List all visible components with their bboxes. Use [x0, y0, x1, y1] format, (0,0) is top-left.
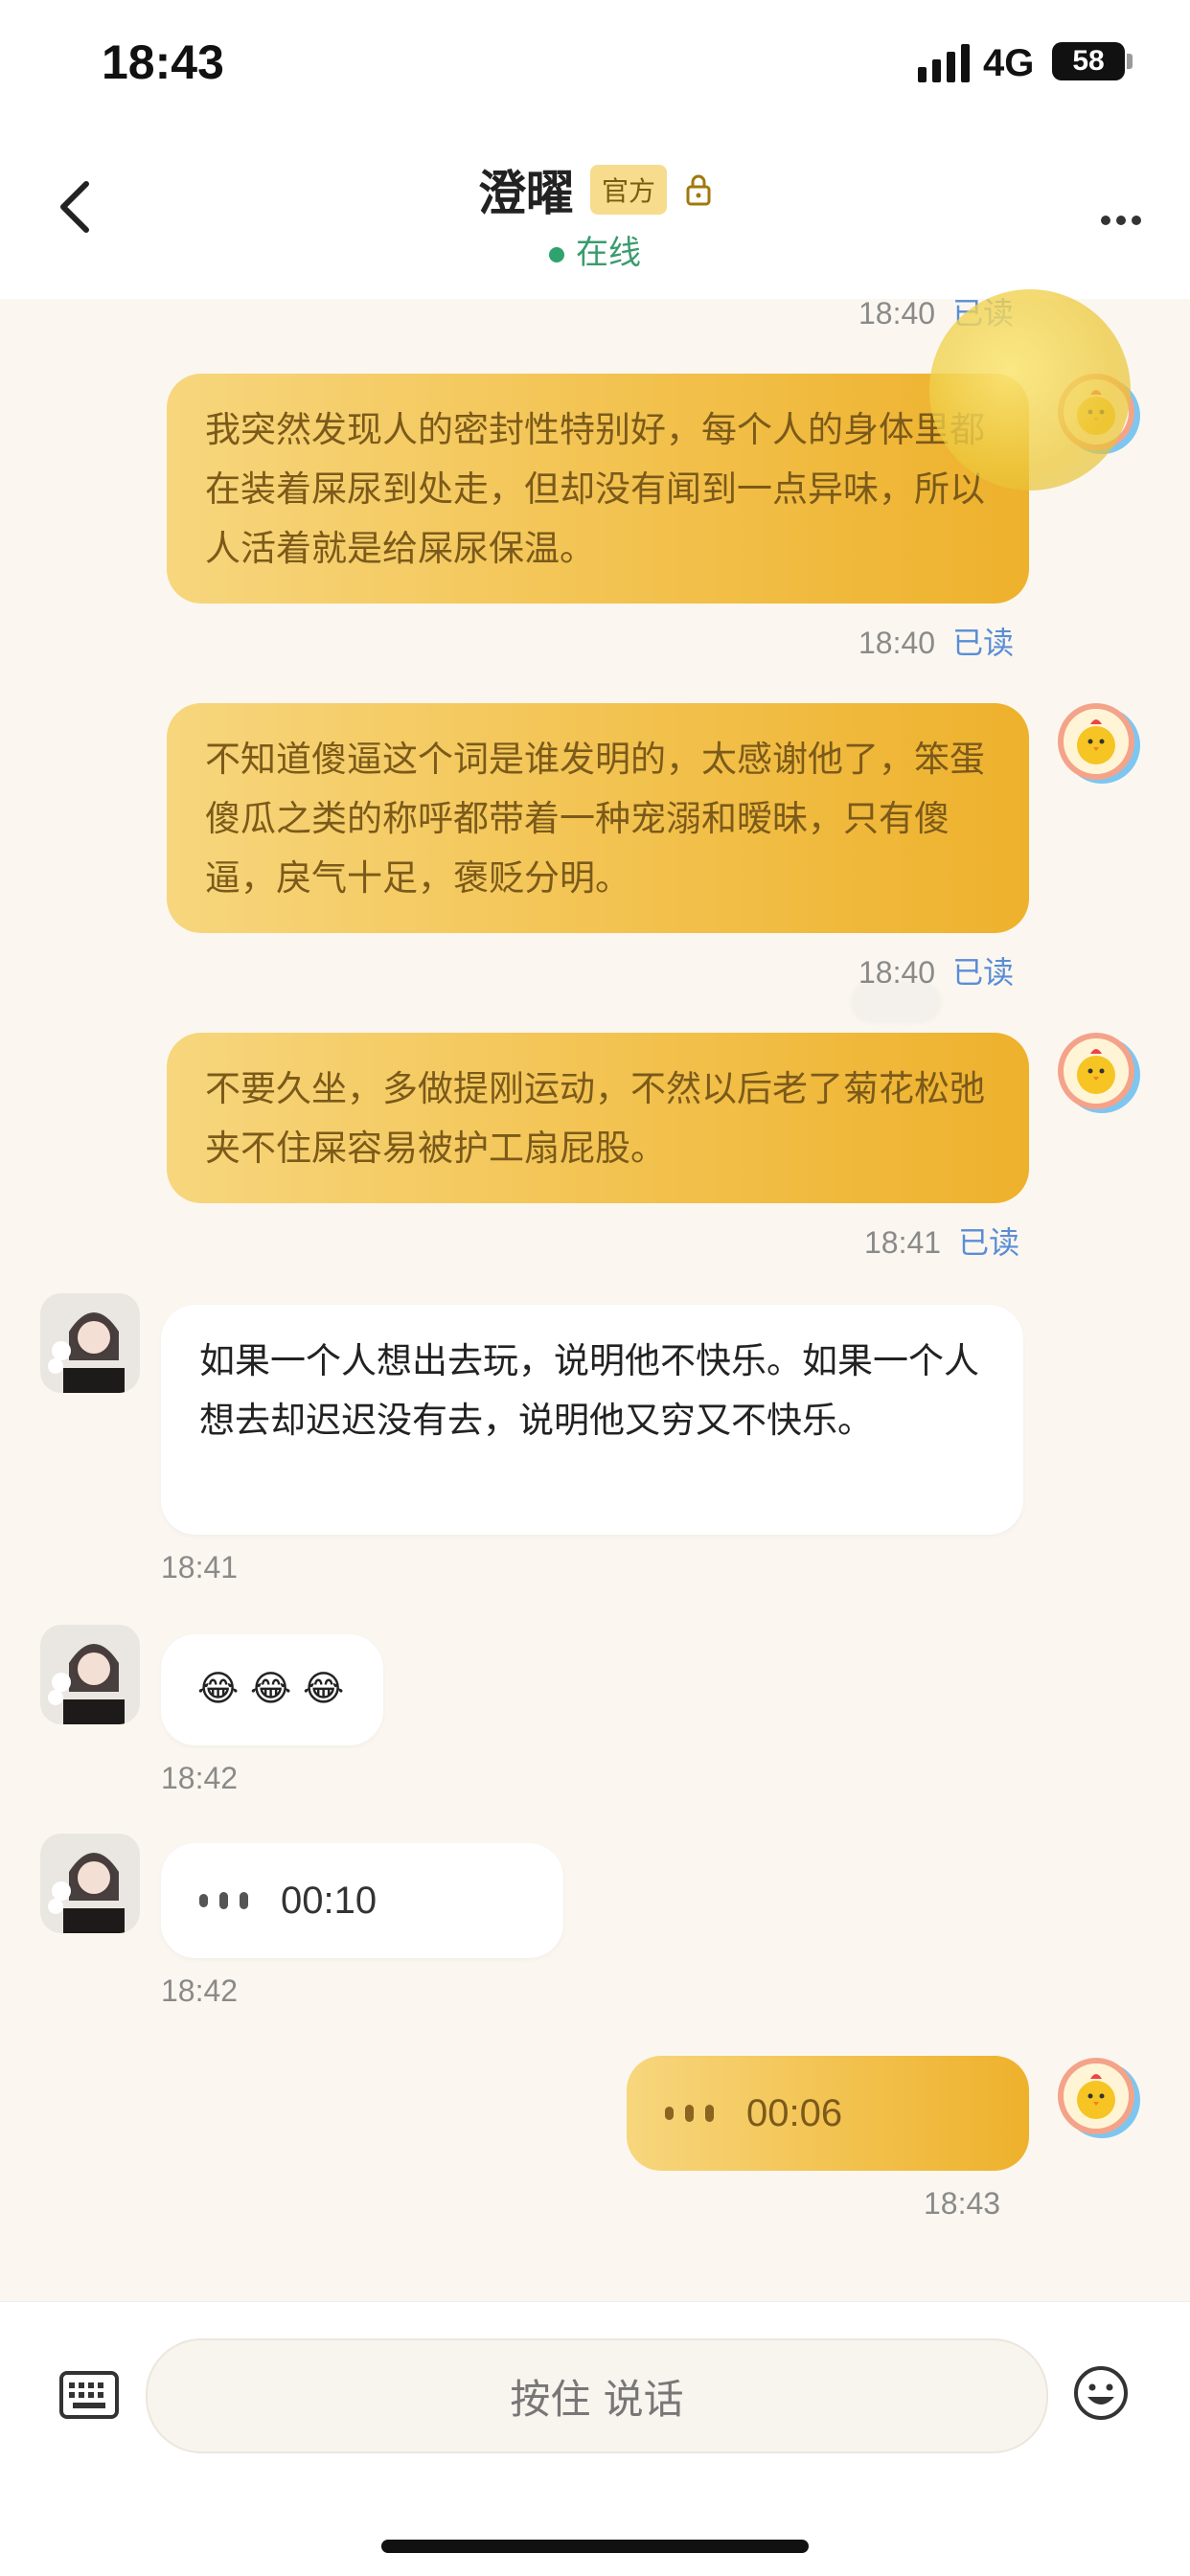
read-receipt: 已读: [958, 1224, 1020, 1261]
moon-decoration: [929, 289, 1131, 490]
chick-avatar-icon[interactable]: [1052, 1027, 1144, 1119]
chat-title[interactable]: 澄曜: [478, 166, 574, 221]
message-time: 18:42: [161, 1761, 239, 1795]
message-time: 18:42: [161, 1973, 239, 2008]
voice-wave-icon: [199, 1892, 248, 1909]
online-dot: [549, 246, 564, 262]
contact-avatar[interactable]: [40, 1834, 140, 1933]
official-badge: 官方: [589, 165, 667, 215]
contact-photo: [40, 1625, 140, 1724]
message-text: 不知道傻逼这个词是谁发明的，太感谢他了，笨蛋傻瓜之类的称呼都带着一种宠溺和暧昧，…: [205, 739, 985, 899]
hold-to-talk-button[interactable]: 按住 说话: [146, 2338, 1048, 2453]
message-time: 18:43: [924, 2186, 1001, 2221]
battery-level: 58: [1072, 45, 1105, 77]
contact-avatar[interactable]: [40, 1625, 140, 1724]
voice-duration: 00:06: [746, 2092, 843, 2134]
message-meta: 18:41 已读: [864, 1219, 1019, 1263]
incoming-voice-message[interactable]: 00:10: [161, 1843, 563, 1958]
online-status: 在线: [0, 226, 1190, 273]
lock-icon: [686, 174, 711, 206]
message-meta: 18:40 已读: [858, 619, 1014, 663]
battery-icon: 58: [1052, 42, 1125, 80]
incoming-emoji-bubble[interactable]: 😂 😂 😂: [161, 1634, 383, 1745]
outgoing-voice-message[interactable]: 00:06: [627, 2056, 1029, 2171]
chick-avatar-icon[interactable]: [1052, 697, 1144, 789]
message-time: 18:40: [858, 296, 936, 331]
network-type: 4G: [983, 42, 1035, 84]
message-time: 18:41: [161, 1550, 239, 1584]
contact-photo: [40, 1834, 140, 1933]
online-text: 在线: [576, 234, 641, 272]
read-receipt: 已读: [952, 625, 1015, 661]
outgoing-message-bubble[interactable]: 不要久坐，多做提刚运动，不然以后老了菊花松弛夹不住屎容易被护工扇屁股。: [167, 1033, 1029, 1203]
emoji-icon[interactable]: [1073, 2365, 1129, 2421]
status-bar: 18:43 4G 58: [0, 0, 1190, 134]
contact-photo: [40, 1293, 140, 1393]
message-text: 不要久坐，多做提刚运动，不然以后老了菊花松弛夹不住屎容易被护工扇屁股。: [205, 1068, 985, 1169]
input-bar: 按住 说话: [0, 2301, 1190, 2576]
message-time: 18:40: [858, 626, 936, 660]
voice-duration: 00:10: [281, 1880, 378, 1922]
outgoing-message-bubble[interactable]: 不知道傻逼这个词是谁发明的，太感谢他了，笨蛋傻瓜之类的称呼都带着一种宠溺和暧昧，…: [167, 703, 1029, 933]
outgoing-message-bubble[interactable]: 我突然发现人的密封性特别好，每个人的身体里都在装着屎尿到处走，但却没有闻到一点异…: [167, 374, 1029, 604]
voice-wave-icon: [665, 2105, 714, 2122]
message-text: 我突然发现人的密封性特别好，每个人的身体里都在装着屎尿到处走，但却没有闻到一点异…: [205, 409, 985, 569]
incoming-message-bubble[interactable]: 如果一个人想出去玩，说明他不快乐。如果一个人想去却迟迟没有去，说明他又穷又不快乐…: [161, 1305, 1023, 1535]
cloud-decoration: [853, 983, 939, 1021]
emoji-text: 😂 😂 😂: [197, 1668, 345, 1709]
battery-tip: [1127, 54, 1133, 69]
more-options-button[interactable]: [1092, 201, 1150, 239]
title-row: 澄曜 官方: [0, 155, 1190, 224]
chick-avatar-icon[interactable]: [1052, 2052, 1144, 2144]
message-time: 18:41: [864, 1225, 942, 1260]
signal-icon: [918, 44, 970, 82]
status-time: 18:43: [102, 35, 224, 89]
contact-avatar[interactable]: [40, 1293, 140, 1393]
more-icon: [1101, 216, 1141, 225]
keyboard-icon[interactable]: [59, 2371, 119, 2419]
home-indicator: [381, 2540, 809, 2553]
chat-header: 澄曜 官方 在线: [0, 134, 1190, 299]
message-text: 如果一个人想出去玩，说明他不快乐。如果一个人想去却迟迟没有去，说明他又穷又不快乐…: [199, 1340, 979, 1441]
read-receipt: 已读: [952, 954, 1015, 991]
